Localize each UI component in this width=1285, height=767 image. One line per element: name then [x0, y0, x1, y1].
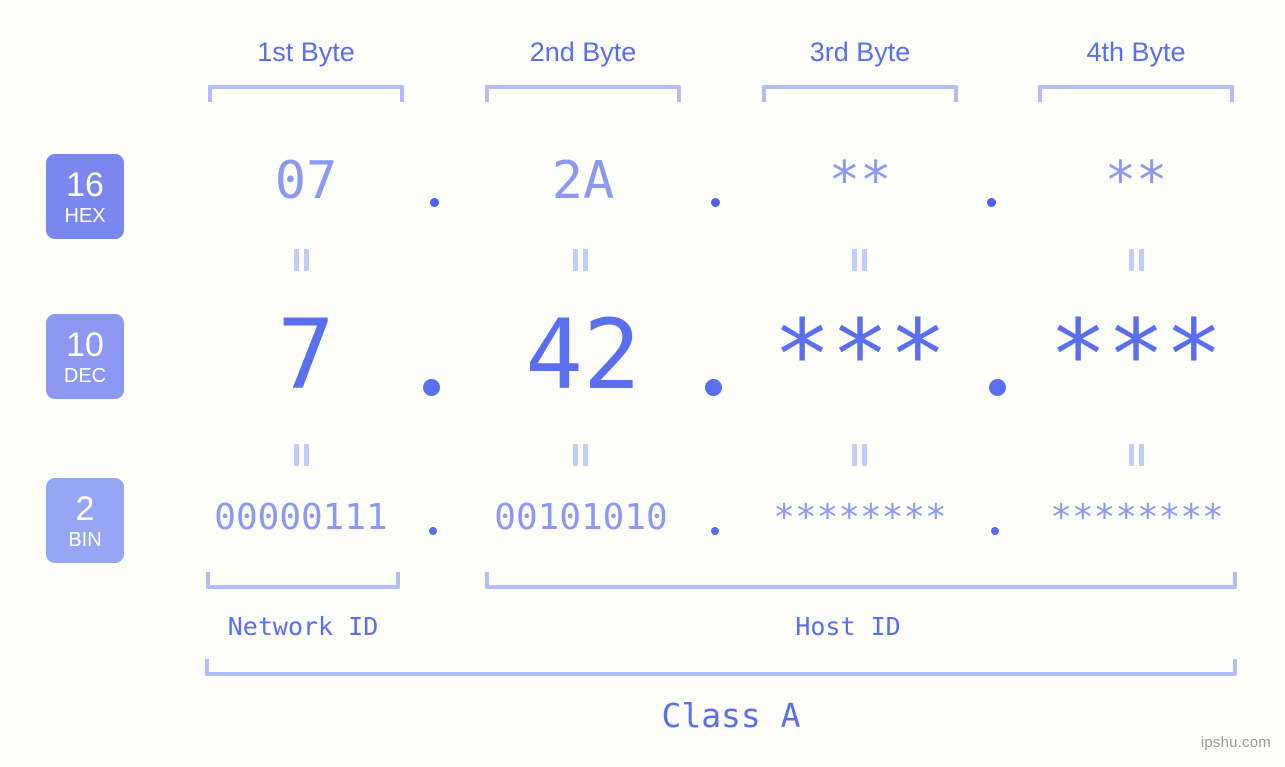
- byte-bracket-top-3: [762, 85, 958, 102]
- ip-address-breakdown-diagram: 1st Byte 2nd Byte 3rd Byte 4th Byte 16 H…: [0, 0, 1285, 767]
- equals-mark-hex-dec-4: [1129, 249, 1144, 271]
- class-bracket: [205, 659, 1237, 676]
- base-badge-dec: 10 DEC: [46, 314, 124, 399]
- bin-separator-dot-3: [991, 527, 999, 535]
- byte-header-1: 1st Byte: [257, 37, 355, 67]
- byte-header-4: 4th Byte: [1086, 37, 1186, 67]
- class-label: Class A: [661, 696, 801, 735]
- dec-byte-1: 7: [277, 299, 335, 411]
- equals-mark-dec-bin-4: [1129, 444, 1144, 466]
- equals-mark-dec-bin-2: [573, 444, 588, 466]
- bin-separator-dot-2: [711, 527, 719, 535]
- dec-byte-3: ***: [773, 299, 947, 411]
- network-id-bracket: [206, 572, 400, 589]
- equals-mark-hex-dec-1: [294, 249, 309, 271]
- site-watermark: ipshu.com: [1200, 734, 1271, 751]
- hex-byte-4: **: [1104, 151, 1168, 211]
- hex-separator-dot-3: [987, 198, 996, 207]
- base-badge-bin: 2 BIN: [46, 478, 124, 563]
- bin-byte-1: 00000111: [214, 497, 388, 538]
- equals-mark-hex-dec-2: [573, 249, 588, 271]
- dec-byte-4: ***: [1049, 299, 1223, 411]
- base-badge-hex-number: 16: [66, 165, 104, 204]
- base-badge-bin-number: 2: [75, 489, 95, 528]
- dec-separator-dot-1: [423, 379, 440, 396]
- byte-header-2: 2nd Byte: [529, 37, 637, 67]
- base-badge-bin-name: BIN: [68, 528, 102, 551]
- byte-bracket-top-1: [208, 85, 404, 102]
- base-badge-dec-number: 10: [66, 325, 104, 364]
- host-id-bracket: [485, 572, 1237, 589]
- host-id-label: Host ID: [795, 612, 901, 641]
- byte-bracket-top-2: [485, 85, 681, 102]
- equals-mark-dec-bin-3: [852, 444, 867, 466]
- base-badge-dec-name: DEC: [63, 364, 107, 387]
- hex-separator-dot-1: [430, 198, 439, 207]
- hex-separator-dot-2: [711, 198, 720, 207]
- hex-byte-1: 07: [274, 151, 338, 211]
- bin-byte-3: ********: [773, 497, 947, 538]
- equals-mark-hex-dec-3: [852, 249, 867, 271]
- bin-separator-dot-1: [429, 527, 437, 535]
- bin-byte-4: ********: [1050, 497, 1224, 538]
- dec-separator-dot-2: [705, 379, 722, 396]
- dec-separator-dot-3: [989, 379, 1006, 396]
- network-id-label: Network ID: [227, 612, 379, 641]
- base-badge-hex-name: HEX: [64, 204, 106, 227]
- hex-byte-2: 2A: [551, 151, 615, 211]
- equals-mark-dec-bin-1: [294, 444, 309, 466]
- dec-byte-2: 42: [525, 299, 641, 411]
- bin-byte-2: 00101010: [494, 497, 668, 538]
- base-badge-hex: 16 HEX: [46, 154, 124, 239]
- byte-bracket-top-4: [1038, 85, 1234, 102]
- hex-byte-3: **: [828, 151, 892, 211]
- byte-header-3: 3rd Byte: [809, 37, 911, 67]
